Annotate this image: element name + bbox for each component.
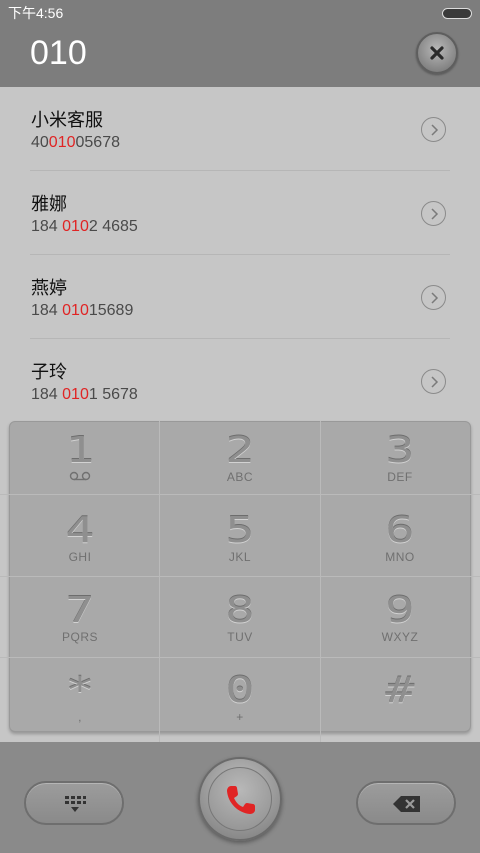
- phone-match: 010: [62, 302, 89, 319]
- contact-row[interactable]: 雅娜 184 0102 4685: [0, 171, 480, 255]
- contact-detail-button[interactable]: [421, 369, 446, 394]
- key-digit: 3: [385, 430, 415, 471]
- key-digit: #: [385, 670, 415, 711]
- contact-name: 雅娜: [31, 194, 67, 215]
- phone-suffix: 15689: [88, 302, 134, 319]
- phone-prefix: 40: [31, 134, 49, 151]
- contact-row[interactable]: 燕婷 184 01015689: [0, 255, 480, 339]
- contact-detail-button[interactable]: [421, 285, 446, 310]
- close-icon: [430, 46, 444, 60]
- phone-suffix: 1 5678: [88, 386, 138, 403]
- phone-prefix: 184: [31, 218, 63, 235]
- contact-row[interactable]: 小米客服 4001005678: [0, 87, 480, 171]
- key-digit: 4: [65, 510, 95, 551]
- phone-match: 010: [62, 386, 89, 403]
- key-6[interactable]: 6 MNO: [320, 501, 480, 581]
- contact-name: 子玲: [31, 362, 67, 383]
- key-digit: 0: [225, 670, 255, 711]
- key-letters: +: [236, 710, 244, 724]
- contact-row[interactable]: 子玲 184 0101 5678: [0, 339, 480, 423]
- phone-suffix: 2 4685: [88, 218, 138, 235]
- toggle-dialpad-button[interactable]: [24, 781, 124, 825]
- chevron-right-icon: [431, 292, 439, 304]
- contact-detail-button[interactable]: [421, 117, 446, 142]
- key-letters: ABC: [226, 470, 254, 484]
- key-letters: PQRS: [61, 630, 98, 644]
- contact-phone: 184 0102 4685: [31, 218, 138, 236]
- key-letters: WXYZ: [381, 630, 419, 644]
- clear-input-button[interactable]: [416, 32, 458, 74]
- phone-suffix: 05678: [75, 134, 121, 151]
- backspace-button[interactable]: [356, 781, 456, 825]
- key-2[interactable]: 2 ABC: [160, 421, 320, 501]
- keypad-area: 1 2 ABC 3 DEF 4 GHI 5 JKL 6 MNO 7 PQRS 8…: [0, 421, 480, 742]
- key-letters: JKL: [228, 550, 252, 564]
- phone-match: 010: [48, 134, 76, 151]
- key-3[interactable]: 3 DEF: [320, 421, 480, 501]
- key-1[interactable]: 1: [0, 421, 160, 501]
- key-7[interactable]: 7 PQRS: [0, 581, 160, 661]
- key-star[interactable]: * ,: [0, 661, 160, 741]
- chevron-right-icon: [431, 208, 439, 220]
- key-hash[interactable]: #: [320, 661, 480, 741]
- key-9[interactable]: 9 WXYZ: [320, 581, 480, 661]
- key-digit: 1: [65, 430, 95, 471]
- contact-name: 燕婷: [31, 278, 67, 299]
- voicemail-icon: [69, 471, 91, 481]
- status-bar: 下午4:56: [0, 0, 480, 26]
- phone-icon: [227, 786, 255, 814]
- key-digit: 7: [65, 590, 95, 631]
- chevron-right-icon: [431, 376, 439, 388]
- key-letters: DEF: [387, 470, 413, 484]
- key-letters: MNO: [385, 550, 415, 564]
- contact-name: 小米客服: [31, 110, 103, 131]
- phone-prefix: 184: [31, 302, 63, 319]
- contact-phone: 184 0101 5678: [31, 386, 138, 404]
- key-5[interactable]: 5 JKL: [160, 501, 320, 581]
- key-digit: 6: [385, 510, 415, 551]
- status-time: 下午4:56: [8, 5, 64, 21]
- chevron-right-icon: [431, 124, 439, 136]
- key-letters: TUV: [227, 630, 253, 644]
- battery-icon: [442, 8, 472, 19]
- key-digit: 9: [385, 590, 415, 631]
- key-digit: 2: [225, 430, 255, 471]
- phone-prefix: 184: [31, 386, 63, 403]
- dialpad-icon: [65, 796, 86, 812]
- key-digit: 8: [225, 590, 255, 631]
- key-digit: 5: [225, 510, 255, 551]
- key-letters: GHI: [68, 550, 92, 564]
- key-8[interactable]: 8 TUV: [160, 581, 320, 661]
- contact-phone: 184 01015689: [31, 302, 133, 320]
- key-letters: ,: [78, 710, 82, 724]
- call-button[interactable]: [198, 757, 282, 841]
- backspace-icon: [393, 796, 420, 812]
- contact-results-list: 小米客服 4001005678 雅娜 184 0102 4685 燕婷 184 …: [0, 87, 480, 421]
- typed-number: 010: [30, 34, 87, 72]
- key-4[interactable]: 4 GHI: [0, 501, 160, 581]
- key-digit: *: [65, 670, 95, 711]
- phone-match: 010: [62, 218, 89, 235]
- dialer-header: 010: [0, 26, 480, 87]
- bottom-action-bar: [0, 742, 480, 853]
- key-0[interactable]: 0 +: [160, 661, 320, 741]
- contact-detail-button[interactable]: [421, 201, 446, 226]
- contact-phone: 4001005678: [31, 134, 120, 152]
